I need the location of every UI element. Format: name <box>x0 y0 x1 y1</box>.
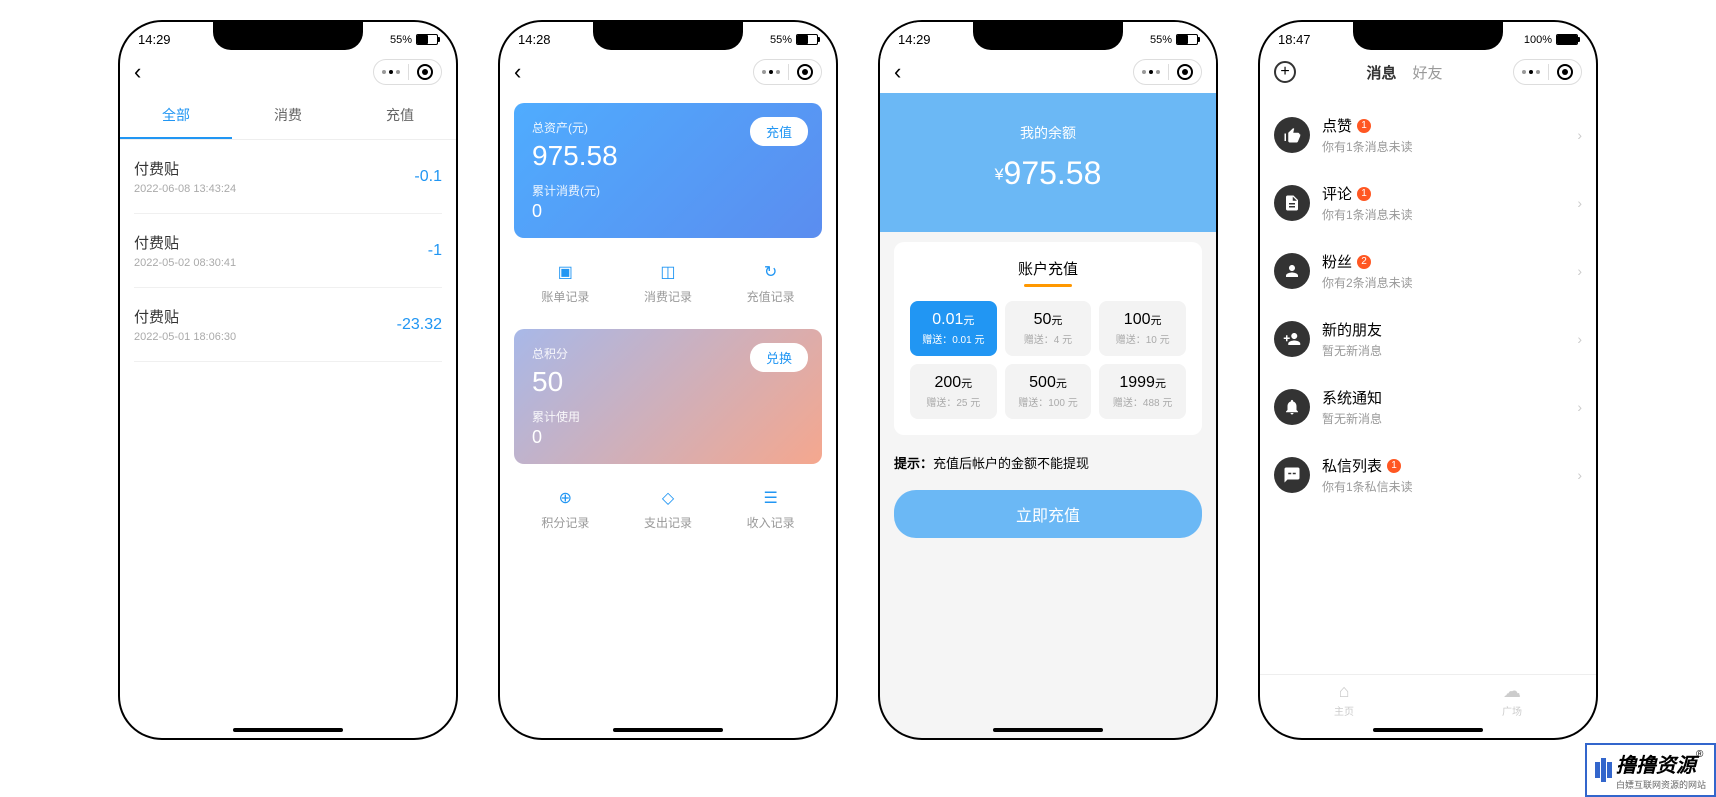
list-item[interactable]: 点赞1你有1条消息未读› <box>1274 101 1582 169</box>
battery-percent: 100% <box>1524 34 1552 46</box>
table-row[interactable]: 付费贴2022-06-08 13:43:24-0.1 <box>134 140 442 214</box>
battery-percent: 55% <box>1150 34 1172 46</box>
capsule[interactable] <box>753 59 822 85</box>
notch <box>1353 22 1503 50</box>
chevron-right-icon: › <box>1577 263 1582 279</box>
table-row[interactable]: 付费贴2022-05-01 18:06:30-23.32 <box>134 288 442 362</box>
recharge-option[interactable]: 0.01元赠送：0.01 元 <box>910 301 997 356</box>
add-button[interactable]: + <box>1274 61 1296 83</box>
home-indicator <box>233 728 343 732</box>
chevron-right-icon: › <box>1577 467 1582 483</box>
recharge-button[interactable]: 充值 <box>750 117 808 146</box>
list-item[interactable]: 私信列表1你有1条私信未读› <box>1274 441 1582 509</box>
recharge-now-button[interactable]: 立即充值 <box>894 490 1202 538</box>
recharge-option[interactable]: 1999元赠送：488 元 <box>1099 364 1186 419</box>
battery-percent: 55% <box>390 34 412 46</box>
tab-all[interactable]: 全部 <box>120 93 232 139</box>
time: 14:29 <box>898 32 931 47</box>
recharge-option[interactable]: 500元赠送：100 元 <box>1005 364 1092 419</box>
watermark: 撸撸资源® 白嫖互联网资源的网站 <box>1585 743 1716 797</box>
person-icon <box>1274 253 1310 289</box>
capsule[interactable] <box>1513 59 1582 85</box>
action-out[interactable]: ◇支出记录 <box>644 488 692 531</box>
action-bill[interactable]: ▣账单记录 <box>541 262 589 305</box>
recharge-option[interactable]: 50元赠送：4 元 <box>1005 301 1092 356</box>
phone-messages: 18:47 100% + 消息 好友 点赞1你有1条消息未读› 评论1你有1条消… <box>1258 20 1598 740</box>
battery-percent: 55% <box>770 34 792 46</box>
phone-wallet: 14:28 55% ‹ 总资产(元) 975.58 累计消费(元) 0 充值 ▣… <box>498 20 838 740</box>
notch <box>973 22 1123 50</box>
transaction-list: 付费贴2022-06-08 13:43:24-0.1 付费贴2022-05-02… <box>120 140 456 362</box>
chevron-right-icon: › <box>1577 127 1582 143</box>
list-item[interactable]: 粉丝2你有2条消息未读› <box>1274 237 1582 305</box>
list-item[interactable]: 新的朋友暂无新消息› <box>1274 305 1582 373</box>
capsule[interactable] <box>373 59 442 85</box>
person-add-icon <box>1274 321 1310 357</box>
phone-recharge: 14:29 55% ‹ 我的余额 ¥975.58 账户充值 0.01元赠送：0.… <box>878 20 1218 740</box>
action-points[interactable]: ⊕积分记录 <box>541 488 589 531</box>
recharge-option[interactable]: 100元赠送：10 元 <box>1099 301 1186 356</box>
tab-recharge[interactable]: 充值 <box>344 93 456 139</box>
tab-spend[interactable]: 消费 <box>232 93 344 139</box>
chevron-right-icon: › <box>1577 195 1582 211</box>
hint: 提示：充值后帐户的金额不能提现 <box>880 445 1216 480</box>
thumbs-up-icon <box>1274 117 1310 153</box>
point-actions: ⊕积分记录 ◇支出记录 ☰收入记录 <box>514 474 822 545</box>
time: 18:47 <box>1278 32 1311 47</box>
home-indicator <box>993 728 1103 732</box>
tabs: 全部 消费 充值 <box>120 93 456 140</box>
time: 14:29 <box>138 32 171 47</box>
back-button[interactable]: ‹ <box>514 59 521 85</box>
chevron-right-icon: › <box>1577 399 1582 415</box>
document-icon <box>1274 185 1310 221</box>
message-list: 点赞1你有1条消息未读› 评论1你有1条消息未读› 粉丝2你有2条消息未读› 新… <box>1260 93 1596 517</box>
balance-value: ¥975.58 <box>880 155 1216 192</box>
balance-card: 我的余额 ¥975.58 <box>880 93 1216 232</box>
bell-icon <box>1274 389 1310 425</box>
home-indicator <box>613 728 723 732</box>
notch <box>213 22 363 50</box>
nav-square[interactable]: ☁广场 <box>1502 681 1522 718</box>
back-button[interactable]: ‹ <box>134 59 141 85</box>
bottom-nav: ⌂主页 ☁广场 <box>1260 674 1596 718</box>
list-item[interactable]: 评论1你有1条消息未读› <box>1274 169 1582 237</box>
tab-friends[interactable]: 好友 <box>1413 62 1443 83</box>
points-card: 总积分 50 累计使用 0 兑换 <box>514 329 822 464</box>
assets-card: 总资产(元) 975.58 累计消费(元) 0 充值 <box>514 103 822 238</box>
recharge-section: 账户充值 0.01元赠送：0.01 元 50元赠送：4 元 100元赠送：10 … <box>894 242 1202 435</box>
chevron-right-icon: › <box>1577 331 1582 347</box>
phone-transactions: 14:29 55% ‹ 全部 消费 充值 付费贴2022-06-08 13:43… <box>118 20 458 740</box>
time: 14:28 <box>518 32 551 47</box>
back-button[interactable]: ‹ <box>894 59 901 85</box>
asset-actions: ▣账单记录 ◫消费记录 ↻充值记录 <box>514 248 822 319</box>
home-indicator <box>1373 728 1483 732</box>
table-row[interactable]: 付费贴2022-05-02 08:30:41-1 <box>134 214 442 288</box>
recharge-option[interactable]: 200元赠送：25 元 <box>910 364 997 419</box>
chat-icon <box>1274 457 1310 493</box>
capsule[interactable] <box>1133 59 1202 85</box>
action-spend[interactable]: ◫消费记录 <box>644 262 692 305</box>
nav-home[interactable]: ⌂主页 <box>1334 681 1354 718</box>
action-recharge[interactable]: ↻充值记录 <box>747 262 795 305</box>
exchange-button[interactable]: 兑换 <box>750 343 808 372</box>
list-item[interactable]: 系统通知暂无新消息› <box>1274 373 1582 441</box>
tab-messages[interactable]: 消息 <box>1366 62 1396 83</box>
action-in[interactable]: ☰收入记录 <box>747 488 795 531</box>
notch <box>593 22 743 50</box>
